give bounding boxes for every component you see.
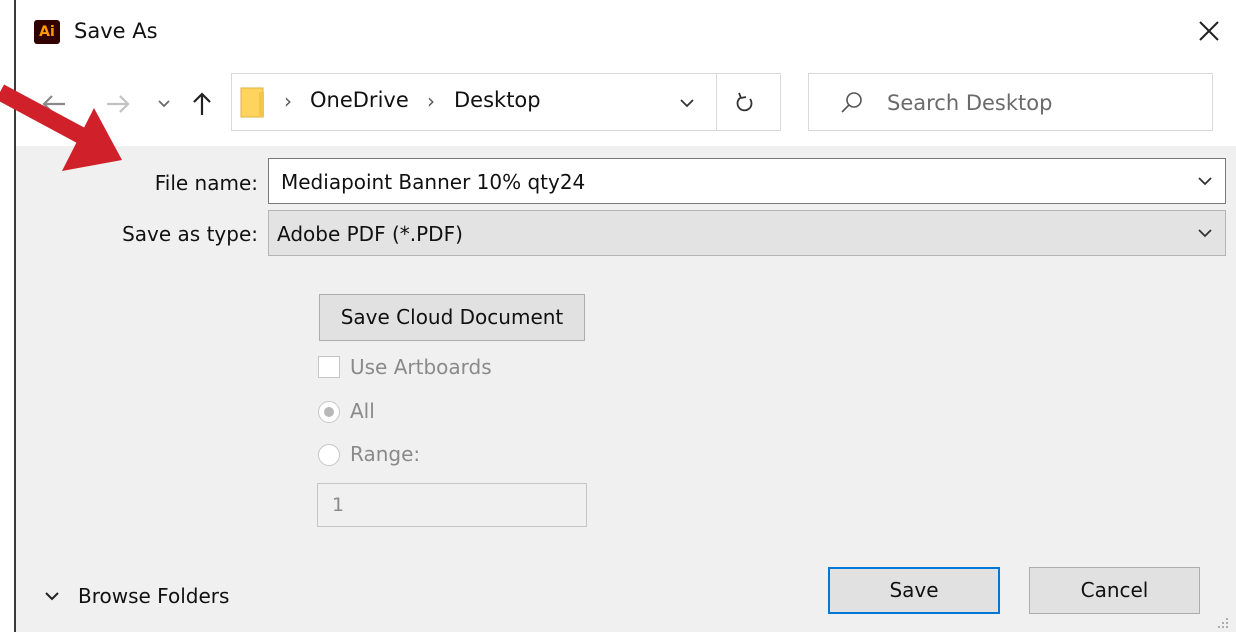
save-as-type-label: Save as type: xyxy=(122,222,258,246)
chevron-down-icon xyxy=(40,584,64,608)
search-icon xyxy=(839,90,865,116)
search-box[interactable] xyxy=(808,73,1213,131)
browse-folders-label: Browse Folders xyxy=(78,584,230,608)
all-radio[interactable] xyxy=(318,401,340,423)
address-bar[interactable]: › OneDrive › Desktop xyxy=(231,73,781,131)
range-radio[interactable] xyxy=(318,444,340,466)
save-as-type-select[interactable]: Adobe PDF (*.PDF) xyxy=(268,210,1226,256)
file-name-input[interactable] xyxy=(279,165,1183,199)
illustrator-app-icon: Ai xyxy=(34,20,60,44)
range-input[interactable] xyxy=(317,483,587,527)
address-history-chevron-down-icon[interactable] xyxy=(672,88,702,118)
save-cloud-document-button[interactable]: Save Cloud Document xyxy=(319,294,585,341)
resize-grip-icon[interactable] xyxy=(1216,614,1230,628)
title-bar xyxy=(16,0,1236,66)
save-as-type-chevron-down-icon xyxy=(1193,221,1217,245)
breadcrumb-separator: › xyxy=(427,89,435,113)
save-button[interactable]: Save xyxy=(828,567,1000,614)
range-label: Range: xyxy=(350,442,421,466)
breadcrumb-desktop[interactable]: Desktop xyxy=(454,88,541,112)
all-label: All xyxy=(350,399,375,423)
breadcrumb-onedrive[interactable]: OneDrive xyxy=(310,88,409,112)
browse-folders-toggle[interactable]: Browse Folders xyxy=(40,580,229,612)
dialog-title: Save As xyxy=(74,19,158,43)
use-artboards-checkbox[interactable] xyxy=(318,356,340,378)
breadcrumb-separator: › xyxy=(284,89,292,113)
save-as-type-value: Adobe PDF (*.PDF) xyxy=(277,222,463,246)
close-icon[interactable] xyxy=(1192,14,1226,48)
address-divider xyxy=(716,74,717,130)
use-artboards-label: Use Artboards xyxy=(350,355,492,379)
up-arrow-icon[interactable] xyxy=(184,82,220,126)
file-name-chevron-down-icon[interactable] xyxy=(1193,169,1217,193)
cancel-button[interactable]: Cancel xyxy=(1029,567,1200,614)
folder-icon xyxy=(240,87,266,119)
annotation-arrow-icon xyxy=(0,84,122,171)
search-input[interactable] xyxy=(885,84,1199,122)
recent-locations-chevron-icon[interactable] xyxy=(150,82,178,126)
refresh-icon[interactable] xyxy=(728,86,762,120)
file-name-combobox[interactable] xyxy=(268,158,1226,204)
